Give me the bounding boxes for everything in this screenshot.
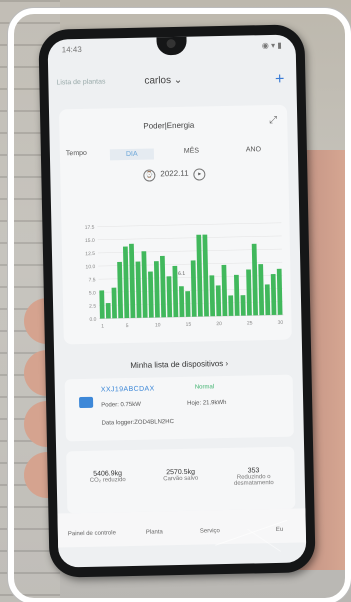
photo: 14:43 ◉ ▾ ▮ Lista de plantas carlos ⌄ + …	[0, 0, 351, 602]
photo-frame	[8, 8, 351, 602]
